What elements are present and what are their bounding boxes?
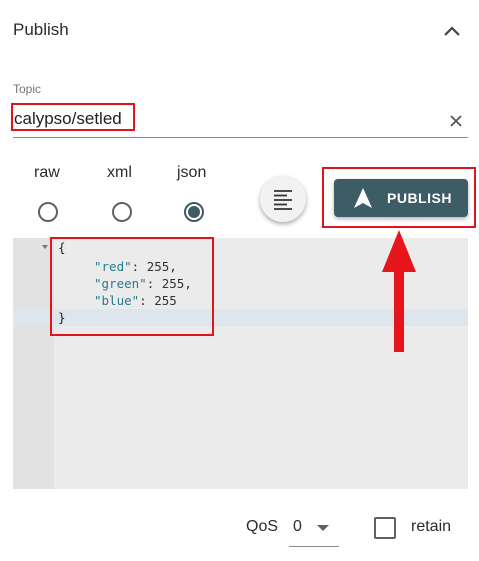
topic-label: Topic: [13, 82, 42, 96]
qos-select[interactable]: 0: [293, 518, 302, 536]
editor-gutter: [13, 238, 54, 489]
chevron-up-icon[interactable]: [441, 22, 463, 40]
publish-button-label: PUBLISH: [387, 190, 452, 206]
publish-button[interactable]: PUBLISH: [334, 179, 468, 217]
retain-checkbox[interactable]: [374, 517, 396, 539]
radio-raw[interactable]: [38, 202, 58, 222]
close-icon[interactable]: [447, 112, 465, 130]
radio-label-json: json: [177, 164, 207, 181]
radio-selected-dot: [188, 206, 200, 218]
radio-label-xml: xml: [107, 164, 132, 181]
topic-highlight-box: [11, 103, 135, 131]
annotation-arrow-icon: [382, 230, 416, 352]
topic-underline: [13, 137, 468, 138]
dropdown-caret-icon[interactable]: [317, 525, 329, 531]
qos-underline: [289, 546, 339, 547]
radio-xml[interactable]: [112, 202, 132, 222]
format-align-icon: [274, 190, 292, 210]
radio-label-raw: raw: [34, 164, 60, 181]
qos-label: QoS: [246, 518, 279, 535]
navigation-arrow-icon: [354, 188, 372, 208]
code-highlight-box: [50, 237, 214, 336]
format-code-button[interactable]: [260, 176, 306, 222]
fold-arrow-icon[interactable]: [42, 245, 48, 249]
radio-json[interactable]: [184, 202, 204, 222]
retain-label: retain: [411, 518, 452, 535]
panel-title: Publish: [13, 20, 69, 39]
